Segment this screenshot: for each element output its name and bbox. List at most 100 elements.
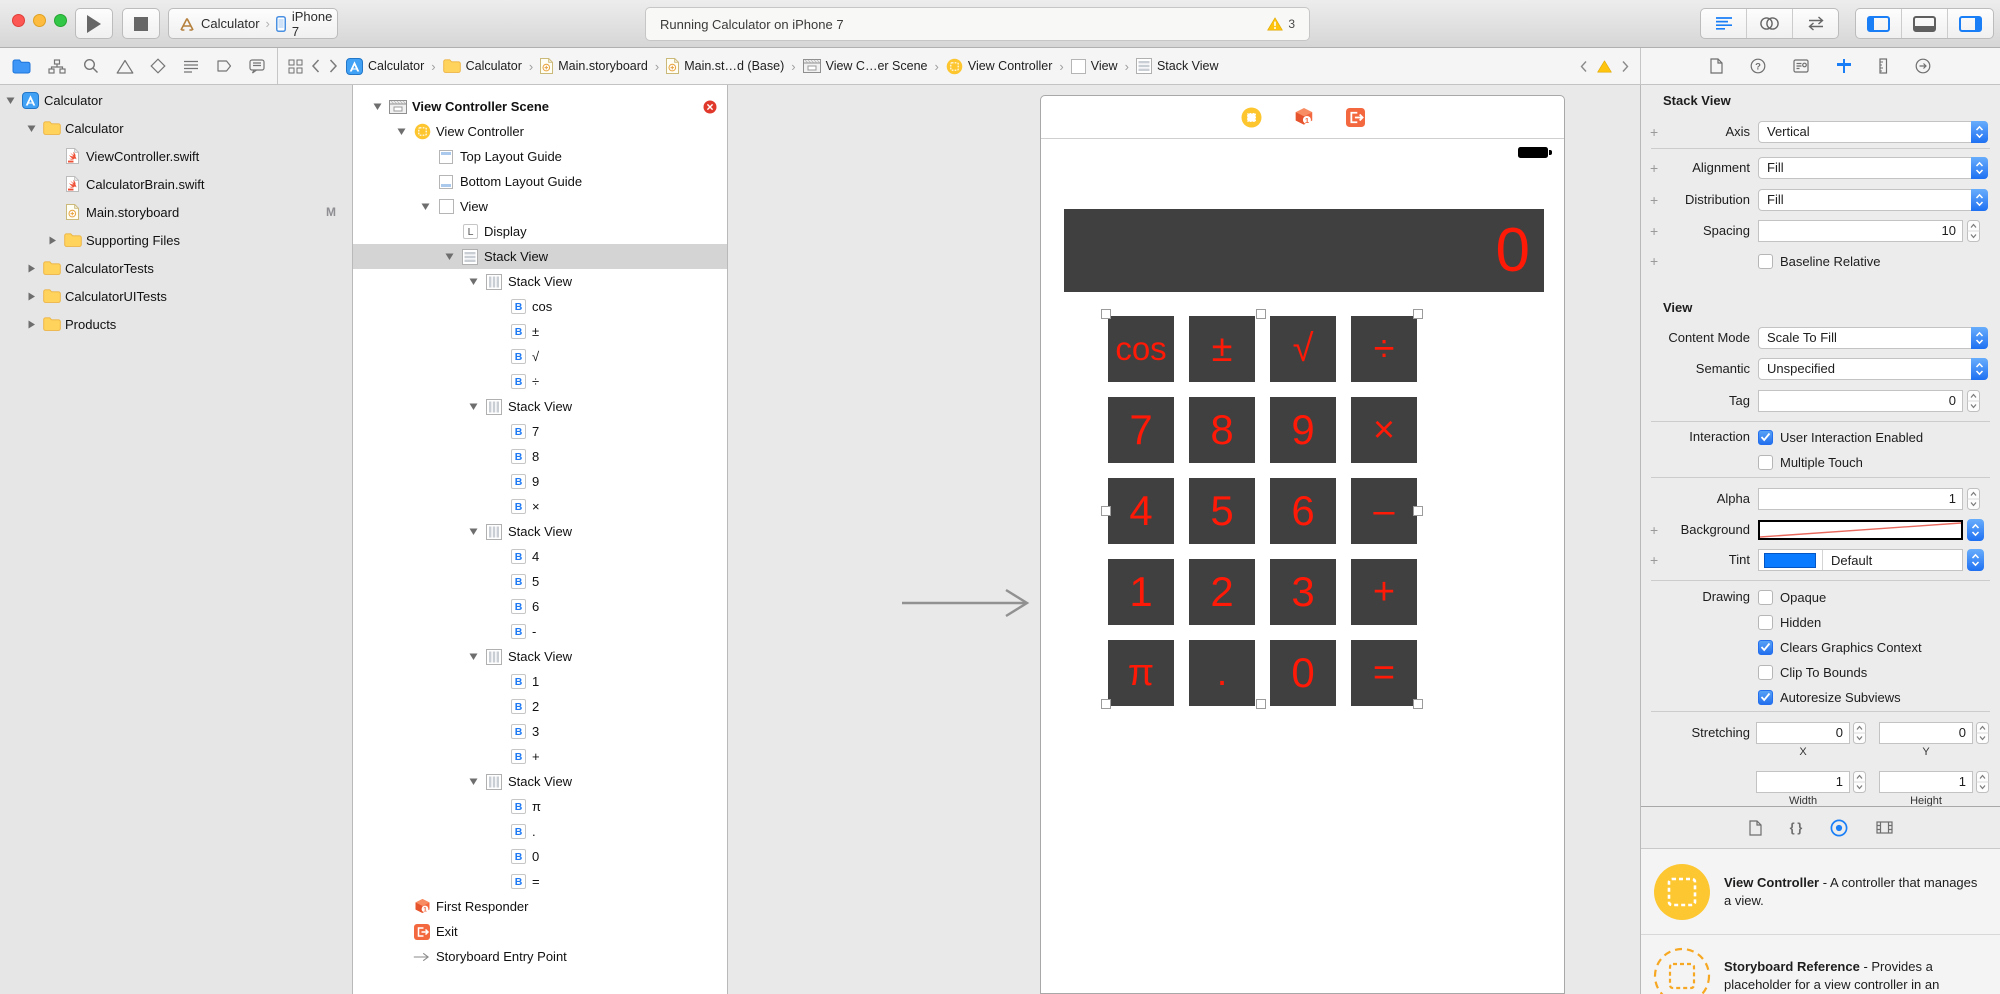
view-controller-frame[interactable]: 1 0 cos ± √ ÷ 7 8 9 × 4 5 6–1 2 3 + π. 0 =: [1040, 95, 1565, 994]
add-attribute-button[interactable]: +: [1650, 250, 1658, 272]
stretching-height-stepper[interactable]: [1976, 771, 1989, 793]
outline-row[interactable]: Stack View: [353, 769, 727, 794]
toggle-navigator-button[interactable]: [1856, 9, 1902, 38]
outline-row[interactable]: B-: [353, 619, 727, 644]
checkbox-checked[interactable]: [1758, 639, 1773, 655]
quick-help-inspector-icon[interactable]: ?: [1750, 58, 1766, 74]
outline-row[interactable]: B5: [353, 569, 727, 594]
outline-row[interactable]: B ×: [353, 494, 727, 519]
outline-row[interactable]: B1: [353, 669, 727, 694]
outline-row[interactable]: B2: [353, 694, 727, 719]
outline-row[interactable]: Stack View: [353, 269, 727, 294]
disclosure-triangle[interactable]: [27, 264, 42, 273]
outline-row[interactable]: Bπ: [353, 794, 727, 819]
outline-row[interactable]: Bottom Layout Guide: [353, 169, 727, 194]
size-inspector-icon[interactable]: [1879, 58, 1888, 74]
calc-button-√[interactable]: √: [1270, 316, 1336, 382]
navigator-row[interactable]: Supporting Files: [0, 226, 352, 254]
tint-color-well[interactable]: Default: [1758, 549, 1963, 571]
distribution-popup[interactable]: Fill: [1758, 189, 1988, 211]
file-template-library-icon[interactable]: [1749, 819, 1762, 836]
calc-button-–[interactable]: –: [1351, 478, 1417, 544]
breakpoint-navigator-icon[interactable]: [216, 59, 232, 73]
version-editor-button[interactable]: [1793, 9, 1838, 38]
disclosure-triangle[interactable]: [6, 96, 21, 105]
background-popup-button[interactable]: [1967, 519, 1984, 541]
disclosure-triangle[interactable]: [27, 292, 42, 301]
outline-row[interactable]: Stack View: [353, 519, 727, 544]
report-navigator-icon[interactable]: [249, 58, 265, 74]
disclosure-triangle[interactable]: [421, 202, 437, 211]
disclosure-triangle[interactable]: [27, 124, 42, 133]
resize-handle[interactable]: [1101, 506, 1111, 516]
add-attribute-button[interactable]: +: [1650, 549, 1658, 571]
resize-handle[interactable]: [1413, 309, 1423, 319]
stretching-x-field[interactable]: 0: [1756, 722, 1850, 744]
resize-handle[interactable]: [1101, 309, 1111, 319]
checkbox-checked[interactable]: [1758, 429, 1773, 445]
spacing-field[interactable]: 10: [1758, 220, 1963, 242]
outline-row[interactable]: B ÷: [353, 369, 727, 394]
outline-row[interactable]: B ±: [353, 319, 727, 344]
checkbox-unchecked[interactable]: [1758, 614, 1773, 630]
minimize-window-button[interactable]: [33, 14, 46, 27]
calc-button-×[interactable]: ×: [1351, 397, 1417, 463]
spacing-stepper[interactable]: [1967, 220, 1980, 242]
checkbox-unchecked[interactable]: [1758, 664, 1773, 680]
alignment-popup[interactable]: Fill: [1758, 157, 1988, 179]
baseline-relative-checkbox-row[interactable]: Baseline Relative: [1758, 250, 1880, 272]
disclosure-triangle[interactable]: [469, 277, 485, 286]
disclosure-triangle[interactable]: [469, 527, 485, 536]
drawing-checkbox-row[interactable]: Autoresize Subviews: [1758, 686, 1901, 708]
add-attribute-button[interactable]: +: [1650, 220, 1658, 242]
outline-row[interactable]: Stack View: [353, 644, 727, 669]
navigator-row[interactable]: Main.storyboard M: [0, 198, 352, 226]
file-inspector-icon[interactable]: [1710, 58, 1723, 74]
breadcrumb-item[interactable]: Calculator: [442, 59, 522, 73]
checkbox-unchecked[interactable]: [1758, 589, 1773, 605]
stretching-width-stepper[interactable]: [1853, 771, 1866, 793]
add-attribute-button[interactable]: +: [1650, 157, 1658, 179]
outline-row[interactable]: View: [353, 194, 727, 219]
outline-row[interactable]: B7: [353, 419, 727, 444]
stretching-height-field[interactable]: 1: [1879, 771, 1973, 793]
outline-row[interactable]: Exit: [353, 919, 727, 944]
drawing-checkbox-row[interactable]: Clears Graphics Context: [1758, 636, 1922, 658]
breadcrumb-item[interactable]: View Controller: [946, 58, 1052, 75]
outline-row[interactable]: Bcos: [353, 294, 727, 319]
axis-popup[interactable]: Vertical: [1758, 121, 1988, 143]
calc-button-cos[interactable]: cos: [1108, 316, 1174, 382]
drawing-checkbox-row[interactable]: Opaque: [1758, 586, 1826, 608]
add-attribute-button[interactable]: +: [1650, 519, 1658, 541]
breadcrumb-item[interactable]: Main.storyboard: [540, 58, 648, 74]
disclosure-triangle[interactable]: [48, 236, 63, 245]
calc-button-.[interactable]: .: [1189, 640, 1255, 706]
debug-navigator-icon[interactable]: [183, 59, 199, 73]
connections-inspector-icon[interactable]: [1915, 58, 1931, 74]
tag-stepper[interactable]: [1967, 390, 1980, 412]
previous-issue-button[interactable]: [1579, 60, 1588, 73]
outline-row[interactable]: View Controller Scene: [353, 94, 727, 119]
resize-handle[interactable]: [1413, 699, 1423, 709]
outline-row[interactable]: Stack View: [353, 244, 727, 269]
background-color-well[interactable]: [1758, 520, 1963, 540]
attributes-inspector-icon[interactable]: [1836, 58, 1852, 74]
disclosure-triangle[interactable]: [469, 652, 485, 661]
checkbox-unchecked[interactable]: [1758, 253, 1773, 269]
run-button[interactable]: [75, 8, 113, 39]
tint-popup-button[interactable]: [1967, 549, 1984, 571]
breadcrumb-item[interactable]: View C…er Scene: [802, 59, 928, 73]
related-items-icon[interactable]: [288, 59, 303, 74]
outline-row[interactable]: B.: [353, 819, 727, 844]
test-navigator-icon[interactable]: [150, 58, 167, 74]
calc-button-=[interactable]: =: [1351, 640, 1417, 706]
disclosure-triangle[interactable]: [469, 777, 485, 786]
checkbox-unchecked[interactable]: [1758, 454, 1773, 470]
find-navigator-icon[interactable]: [83, 58, 99, 74]
outline-row[interactable]: B6: [353, 594, 727, 619]
tag-field[interactable]: 0: [1758, 390, 1963, 412]
disclosure-triangle[interactable]: [469, 402, 485, 411]
add-attribute-button[interactable]: +: [1650, 121, 1658, 143]
calc-button-6[interactable]: 6: [1270, 478, 1336, 544]
outline-row[interactable]: B +: [353, 744, 727, 769]
